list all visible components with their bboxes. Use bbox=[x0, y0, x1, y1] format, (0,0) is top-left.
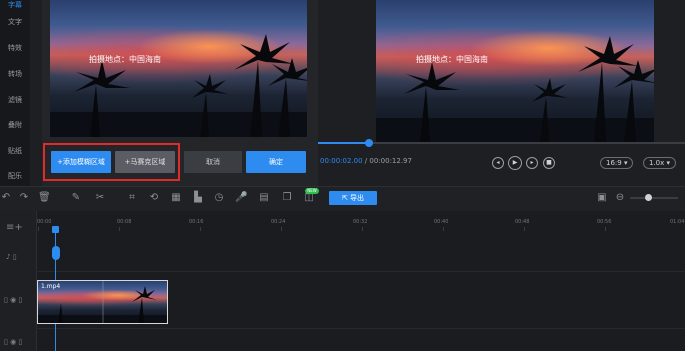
track-visibility-icon: ▯ ◉ ▯ bbox=[4, 338, 23, 346]
playhead-handle[interactable] bbox=[52, 226, 59, 233]
microphone-icon[interactable]: 🎤 bbox=[235, 192, 247, 204]
speed-value: 1.0x bbox=[649, 159, 665, 167]
sidebar-item-effects[interactable]: 特效 bbox=[0, 43, 30, 53]
rotate-icon[interactable]: ⟲ bbox=[148, 192, 160, 204]
ruler-label: 00:32 bbox=[353, 219, 368, 225]
export-label: 导出 bbox=[350, 194, 365, 202]
sidebar-item-transitions[interactable]: 转场 bbox=[0, 69, 30, 79]
aspect-ratio-value: 16:9 bbox=[606, 159, 622, 167]
edit-icon[interactable]: ✎ bbox=[70, 192, 82, 204]
sidebar-item-stickers[interactable]: 贴纸 bbox=[0, 146, 30, 156]
cancel-button[interactable]: 取消 bbox=[184, 151, 242, 173]
time-current: 00:00:02.00 bbox=[320, 157, 363, 165]
editor-preview-image[interactable]: 拍摄地点：中国海南 bbox=[50, 0, 307, 137]
chart-icon[interactable]: ▙ bbox=[192, 192, 204, 204]
redo-icon[interactable]: ↷ bbox=[18, 192, 30, 204]
palm-silhouette bbox=[50, 34, 307, 137]
player-overlay-text: 拍摄地点：中国海南 bbox=[416, 55, 488, 64]
audio-track[interactable] bbox=[36, 231, 685, 272]
sidebar-item-subtitle[interactable]: 字幕 bbox=[0, 0, 30, 10]
time-display: 00:00:02.00 / 00:00:12.97 bbox=[320, 157, 412, 165]
ruler-label: 00:40 bbox=[434, 219, 449, 225]
undo-icon[interactable]: ↶ bbox=[0, 192, 12, 204]
aspect-ratio-select[interactable]: 16:9 ▾ bbox=[600, 157, 634, 169]
progress-fill bbox=[318, 142, 369, 144]
copy-icon[interactable]: ❐ bbox=[281, 192, 293, 204]
progress-handle[interactable] bbox=[365, 139, 373, 147]
zoom-slider-handle[interactable] bbox=[645, 194, 652, 201]
speed-select[interactable]: 1.0x ▾ bbox=[643, 157, 677, 169]
highlight-box bbox=[43, 143, 180, 181]
audio-track-icon: ♪ ▯ bbox=[6, 253, 17, 261]
video-clip[interactable]: 1.mp4 bbox=[37, 280, 168, 324]
ruler-label: 01:04 bbox=[670, 219, 685, 225]
confirm-button[interactable]: 确定 bbox=[246, 151, 306, 173]
sidebar-item-text[interactable]: 文字 bbox=[0, 17, 30, 27]
cut-icon[interactable]: ✂ bbox=[94, 192, 106, 204]
ruler-label: 00:24 bbox=[271, 219, 286, 225]
player-preview-image: 拍摄地点：中国海南 bbox=[376, 0, 654, 142]
category-sidebar: 字幕 文字 特效 转场 滤镜 叠附 贴纸 配乐 bbox=[0, 0, 30, 186]
sidebar-item-music[interactable]: 配乐 bbox=[0, 171, 30, 181]
zoom-slider[interactable] bbox=[630, 197, 678, 199]
ruler-label: 00:00 bbox=[37, 219, 52, 225]
stop-icon[interactable]: ■ bbox=[543, 157, 555, 169]
editor-overlay-text: 拍摄地点：中国海南 bbox=[89, 55, 161, 64]
export-button[interactable]: ⇱ 导出 bbox=[329, 191, 377, 205]
zoom-icon[interactable]: ⊖ bbox=[614, 192, 626, 204]
clip-label: 1.mp4 bbox=[41, 283, 61, 290]
freeze-icon[interactable]: ▤ bbox=[258, 192, 270, 204]
ruler-label: 00:56 bbox=[597, 219, 612, 225]
video-track-icon: ▯ ◉ ▯ bbox=[4, 296, 23, 304]
crop-icon[interactable]: ⌗ bbox=[126, 192, 138, 204]
play-icon[interactable]: ▶ bbox=[508, 156, 522, 170]
add-track-icon[interactable]: ≡+ bbox=[6, 222, 23, 233]
ruler-label: 00:48 bbox=[515, 219, 530, 225]
new-badge: NEW bbox=[305, 188, 319, 194]
sidebar-item-filters[interactable]: 滤镜 bbox=[0, 95, 30, 105]
palm-silhouette bbox=[376, 36, 654, 142]
next-frame-icon[interactable]: ▸ bbox=[526, 157, 538, 169]
fit-screen-icon[interactable]: ▣ bbox=[596, 192, 608, 204]
progress-track[interactable] bbox=[318, 142, 685, 144]
sidebar-item-overlay[interactable]: 叠附 bbox=[0, 120, 30, 130]
ruler-label: 00:16 bbox=[189, 219, 204, 225]
time-total: 00:00:12.97 bbox=[369, 157, 412, 165]
prev-frame-icon[interactable]: ◂ bbox=[492, 157, 504, 169]
ruler-label: 00:08 bbox=[117, 219, 132, 225]
mosaic-icon[interactable]: ▦ bbox=[170, 192, 182, 204]
delete-icon[interactable]: 🗑 bbox=[38, 192, 51, 204]
audio-marker[interactable] bbox=[52, 246, 60, 260]
clock-icon[interactable]: ◷ bbox=[213, 192, 225, 204]
